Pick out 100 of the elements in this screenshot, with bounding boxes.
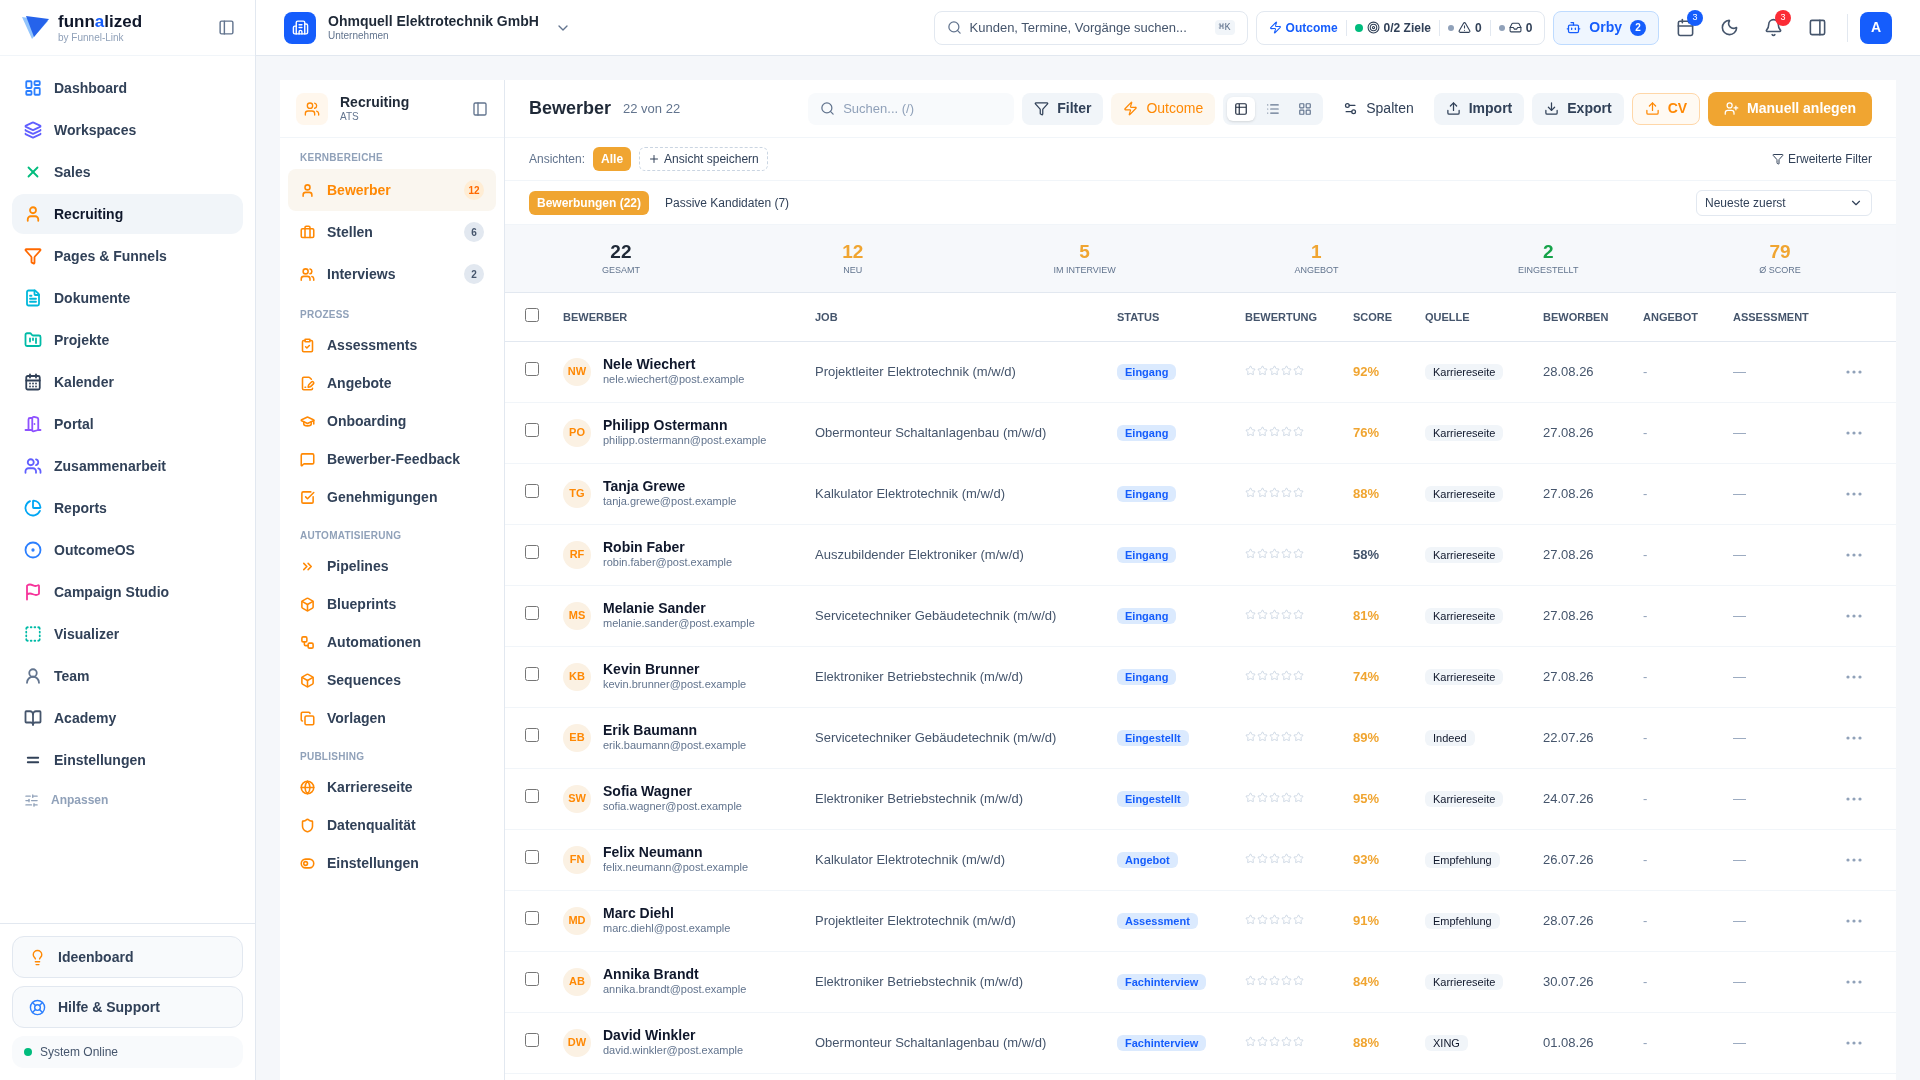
- sidebar-item[interactable]: Kalender: [12, 362, 243, 402]
- sidebar-bottom-button[interactable]: Ideenboard: [12, 936, 243, 978]
- candidate-name[interactable]: Felix Neumann: [603, 843, 749, 862]
- inbox-indicator[interactable]: 0: [1498, 18, 1533, 37]
- sidebar-item[interactable]: Recruiting: [12, 194, 243, 234]
- module-nav-item[interactable]: Einstellungen: [288, 844, 496, 882]
- advanced-filter-button[interactable]: Erweiterte Filter: [1771, 150, 1872, 168]
- module-nav-item[interactable]: Stellen 6: [288, 211, 496, 253]
- candidate-name[interactable]: Marc Diehl: [603, 904, 731, 923]
- module-nav-item[interactable]: Onboarding: [288, 402, 496, 440]
- module-nav-item[interactable]: Genehmigungen: [288, 478, 496, 516]
- row-menu-button[interactable]: [1846, 613, 1862, 618]
- search-field[interactable]: Suchen... (/): [843, 98, 1003, 119]
- sidebar-item[interactable]: Dashboard: [12, 68, 243, 108]
- star-rating[interactable]: [1245, 974, 1304, 986]
- sidebar-item[interactable]: Academy: [12, 698, 243, 738]
- row-checkbox[interactable]: [525, 971, 539, 986]
- outcome-link[interactable]: Outcome: [1268, 18, 1338, 37]
- row-checkbox[interactable]: [525, 666, 539, 681]
- star-rating[interactable]: [1245, 913, 1304, 925]
- row-menu-button[interactable]: [1846, 918, 1862, 923]
- row-checkbox[interactable]: [525, 361, 539, 376]
- star-rating[interactable]: [1245, 486, 1304, 498]
- module-nav-item[interactable]: Pipelines: [288, 547, 496, 585]
- row-menu-button[interactable]: [1846, 491, 1862, 496]
- filter-button[interactable]: Filter: [1022, 92, 1104, 125]
- sidebar-item[interactable]: Sales: [12, 152, 243, 192]
- collapse-panel-button[interactable]: [472, 100, 488, 117]
- candidate-name[interactable]: Melanie Sander: [603, 599, 755, 618]
- user-avatar[interactable]: A: [1860, 11, 1892, 44]
- calendar-button[interactable]: 3: [1667, 9, 1703, 46]
- module-nav-item[interactable]: Assessments: [288, 326, 496, 364]
- star-rating[interactable]: [1245, 730, 1304, 742]
- row-checkbox[interactable]: [525, 910, 539, 925]
- module-nav-item[interactable]: Vorlagen: [288, 699, 496, 737]
- module-nav-item[interactable]: Interviews 2: [288, 253, 496, 295]
- global-search-box[interactable]: Kunden, Termine, Vorgänge suchen... ⌘K: [933, 10, 1248, 45]
- star-rating[interactable]: [1245, 425, 1304, 437]
- sidebar-item[interactable]: Dokumente: [12, 278, 243, 318]
- view-mode-button[interactable]: [1227, 96, 1256, 121]
- global-search-field[interactable]: Kunden, Termine, Vorgänge suchen...: [969, 17, 1207, 38]
- notifications-button[interactable]: 3: [1755, 9, 1791, 46]
- orby-button[interactable]: Orby 2: [1553, 10, 1659, 45]
- module-nav-item[interactable]: Automationen: [288, 623, 496, 661]
- row-menu-button[interactable]: [1846, 674, 1862, 679]
- sidebar-item[interactable]: Projekte: [12, 320, 243, 360]
- candidate-name[interactable]: Sofia Wagner: [603, 782, 742, 801]
- module-nav-item[interactable]: Datenqualität: [288, 806, 496, 844]
- columns-button[interactable]: Spalten: [1331, 92, 1426, 125]
- candidate-name[interactable]: David Winkler: [603, 1026, 744, 1045]
- sidebar-bottom-button[interactable]: Hilfe & Support: [12, 986, 243, 1028]
- select-all-checkbox[interactable]: [525, 307, 539, 322]
- tab[interactable]: Passive Kandidaten (7): [657, 190, 798, 215]
- candidate-name[interactable]: Philipp Ostermann: [603, 416, 767, 435]
- sidebar-item[interactable]: Visualizer: [12, 614, 243, 654]
- row-checkbox[interactable]: [525, 1032, 539, 1047]
- candidate-name[interactable]: Nele Wiechert: [603, 355, 745, 374]
- candidate-name[interactable]: Tanja Grewe: [603, 477, 737, 496]
- sidebar-item[interactable]: Workspaces: [12, 110, 243, 150]
- row-checkbox[interactable]: [525, 605, 539, 620]
- sort-select[interactable]: Neueste zuerst: [1696, 189, 1872, 216]
- search-box[interactable]: Suchen... (/): [808, 92, 1015, 125]
- row-checkbox[interactable]: [525, 788, 539, 803]
- sidebar-item[interactable]: Team: [12, 656, 243, 696]
- star-rating[interactable]: [1245, 1035, 1304, 1047]
- company-name[interactable]: Ohmquell Elektrotechnik GmbH: [328, 12, 539, 30]
- import-button[interactable]: Import: [1433, 92, 1525, 125]
- row-menu-button[interactable]: [1846, 979, 1862, 984]
- module-nav-item[interactable]: Blueprints: [288, 585, 496, 623]
- export-button[interactable]: Export: [1532, 92, 1624, 125]
- goals-indicator[interactable]: 0/2 Ziele: [1354, 18, 1431, 37]
- row-checkbox[interactable]: [525, 727, 539, 742]
- save-view-button[interactable]: Ansicht speichern: [639, 147, 768, 171]
- module-nav-item[interactable]: Bewerber-Feedback: [288, 440, 496, 478]
- module-nav-item[interactable]: Karriereseite: [288, 768, 496, 806]
- sidebar-item[interactable]: Einstellungen: [12, 740, 243, 780]
- candidate-name[interactable]: Annika Brandt: [603, 965, 747, 984]
- alerts-indicator[interactable]: 0: [1447, 18, 1482, 37]
- row-checkbox[interactable]: [525, 422, 539, 437]
- module-nav-item[interactable]: Sequences: [288, 661, 496, 699]
- sidebar-item[interactable]: Reports: [12, 488, 243, 528]
- candidate-name[interactable]: Kevin Brunner: [603, 660, 747, 679]
- row-menu-button[interactable]: [1846, 552, 1862, 557]
- candidate-name[interactable]: Robin Faber: [603, 538, 733, 557]
- module-nav-item[interactable]: Angebote: [288, 364, 496, 402]
- star-rating[interactable]: [1245, 852, 1304, 864]
- sidebar-item[interactable]: Pages & Funnels: [12, 236, 243, 276]
- star-rating[interactable]: [1245, 547, 1304, 559]
- row-checkbox[interactable]: [525, 544, 539, 559]
- sidebar-item[interactable]: OutcomeOS: [12, 530, 243, 570]
- sidebar-item[interactable]: Campaign Studio: [12, 572, 243, 612]
- row-menu-button[interactable]: [1846, 735, 1862, 740]
- candidate-name[interactable]: Erik Baumann: [603, 721, 747, 740]
- row-checkbox[interactable]: [525, 483, 539, 498]
- collapse-sidebar-button[interactable]: [218, 19, 235, 36]
- row-menu-button[interactable]: [1846, 1040, 1862, 1045]
- star-rating[interactable]: [1245, 669, 1304, 681]
- row-menu-button[interactable]: [1846, 796, 1862, 801]
- star-rating[interactable]: [1245, 608, 1304, 620]
- row-menu-button[interactable]: [1846, 857, 1862, 862]
